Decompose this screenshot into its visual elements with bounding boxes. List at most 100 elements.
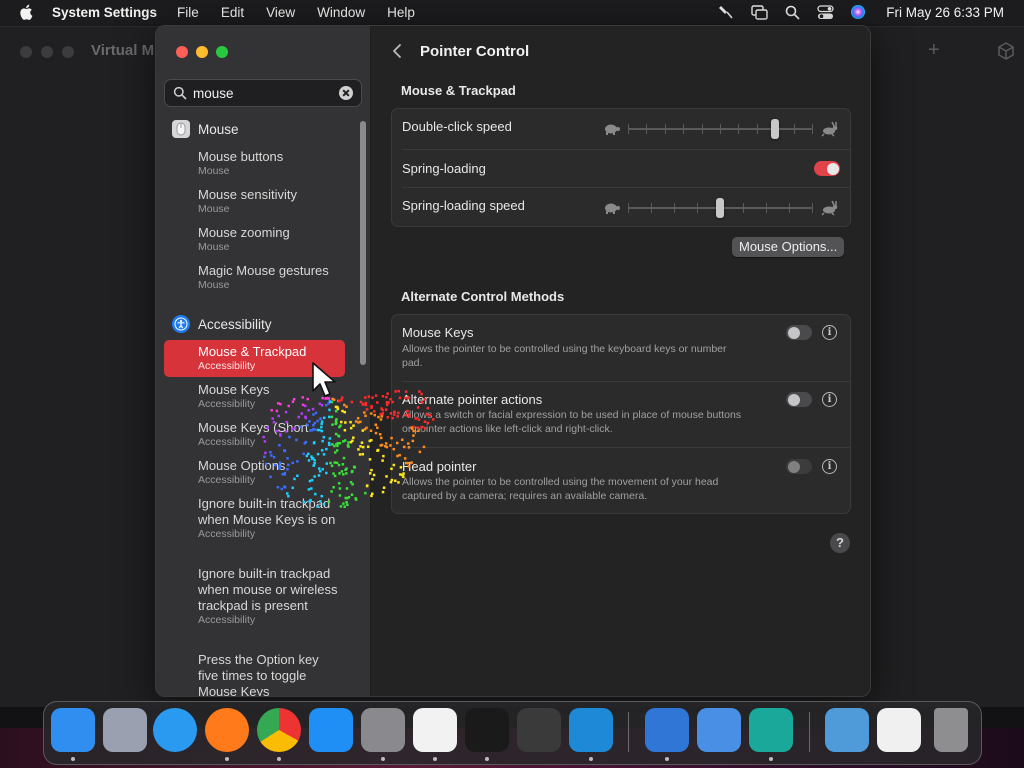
menu-view[interactable]: View bbox=[266, 5, 295, 20]
menu-edit[interactable]: Edit bbox=[221, 5, 244, 20]
cube-icon[interactable] bbox=[996, 41, 1016, 61]
slider-tick bbox=[628, 203, 629, 213]
result-ignore-trackpad-wireless[interactable]: Ignore built-in trackpad when mouse or w… bbox=[164, 562, 339, 631]
menu-help[interactable]: Help bbox=[387, 5, 415, 20]
result-mouse-keys-shortcut[interactable]: Mouse Keys (Short Accessibility bbox=[164, 416, 345, 453]
control-center-icon[interactable] bbox=[816, 3, 834, 21]
garageband-icon[interactable] bbox=[517, 708, 561, 752]
spring-loading-speed-slider[interactable] bbox=[602, 198, 840, 218]
row-description: Allows the pointer to be controlled usin… bbox=[402, 476, 719, 502]
search-results: Mouse Mouse buttons Mouse Mouse sensitiv… bbox=[156, 118, 360, 696]
app-store-icon[interactable] bbox=[309, 708, 353, 752]
menu-file[interactable]: File bbox=[177, 5, 199, 20]
slider-tick bbox=[674, 203, 675, 213]
running-indicator bbox=[665, 757, 669, 761]
head-pointer-info-icon[interactable]: i bbox=[822, 459, 837, 474]
downloads-folder-icon[interactable] bbox=[825, 708, 869, 752]
result-title: Ignore built-in trackpad when mouse or w… bbox=[198, 566, 338, 613]
running-indicator bbox=[225, 757, 229, 761]
result-subtitle: Accessibility bbox=[198, 528, 256, 540]
screen-mirroring-icon[interactable] bbox=[750, 3, 768, 21]
category-mouse[interactable]: Mouse bbox=[172, 120, 239, 138]
result-mouse-zooming[interactable]: Mouse zooming Mouse bbox=[164, 221, 345, 258]
menu-window[interactable]: Window bbox=[317, 5, 365, 20]
screen-sharing-icon[interactable] bbox=[749, 708, 793, 752]
menu-app-name[interactable]: System Settings bbox=[52, 5, 157, 20]
spring-loading-speed-row: Spring-loading speed bbox=[392, 187, 850, 226]
spring-loading-toggle[interactable] bbox=[814, 161, 840, 176]
chrome-icon[interactable] bbox=[257, 708, 301, 752]
running-indicator bbox=[769, 757, 773, 761]
dock bbox=[43, 701, 982, 765]
slider-knob[interactable] bbox=[771, 119, 780, 139]
double-click-speed-row: Double-click speed bbox=[392, 109, 850, 149]
clear-search-icon[interactable] bbox=[339, 86, 353, 100]
close-window-button[interactable] bbox=[176, 46, 188, 58]
spotlight-search-icon[interactable] bbox=[783, 3, 801, 21]
result-mouse-sensitivity[interactable]: Mouse sensitivity Mouse bbox=[164, 183, 345, 220]
pen-tool-status-icon[interactable] bbox=[717, 3, 735, 21]
back-chevron-icon[interactable] bbox=[391, 43, 403, 59]
firefox-icon[interactable] bbox=[205, 708, 249, 752]
siri-icon[interactable] bbox=[849, 3, 867, 21]
zoom-window-button[interactable] bbox=[216, 46, 228, 58]
slider-tick bbox=[812, 124, 813, 134]
slider-tick bbox=[701, 124, 703, 134]
result-title: Mouse & Trackpad bbox=[198, 344, 307, 359]
category-accessibility[interactable]: Accessibility bbox=[172, 315, 272, 333]
alternate-pointer-actions-info-icon[interactable]: i bbox=[822, 392, 837, 407]
safari-icon[interactable] bbox=[153, 708, 197, 752]
mouse-keys-row: Mouse Keys Allows the pointer to be cont… bbox=[392, 315, 850, 381]
minimize-window-button[interactable] bbox=[196, 46, 208, 58]
running-indicator bbox=[485, 757, 489, 761]
sidebar-scrollbar[interactable] bbox=[360, 121, 366, 365]
finder-icon[interactable] bbox=[51, 708, 95, 752]
slider-tick bbox=[743, 203, 744, 213]
result-subtitle: Accessibility bbox=[198, 614, 256, 626]
result-mouse-options[interactable]: Mouse Options Accessibility bbox=[164, 454, 345, 491]
result-subtitle: Accessibility bbox=[198, 474, 256, 486]
category-label: Accessibility bbox=[198, 316, 272, 332]
double-click-speed-slider[interactable] bbox=[602, 119, 840, 139]
result-title: Mouse Options bbox=[198, 458, 286, 473]
hare-fast-icon bbox=[821, 121, 838, 137]
system-settings-icon[interactable] bbox=[361, 708, 405, 752]
result-subtitle: Accessibility bbox=[198, 436, 256, 448]
textedit-icon[interactable] bbox=[413, 708, 457, 752]
mouse-options-button[interactable]: Mouse Options... bbox=[732, 237, 845, 257]
apple-menu-icon[interactable] bbox=[18, 3, 36, 21]
add-icon[interactable]: + bbox=[928, 39, 940, 62]
row-label: Alternate pointer actions bbox=[402, 392, 543, 407]
background-window-controls[interactable] bbox=[20, 46, 74, 58]
result-mouse-buttons[interactable]: Mouse buttons Mouse bbox=[164, 145, 345, 182]
help-button[interactable]: ? bbox=[830, 533, 850, 553]
mouse-keys-info-icon[interactable]: i bbox=[822, 325, 837, 340]
result-magic-mouse-gestures[interactable]: Magic Mouse gestures Mouse bbox=[164, 259, 345, 296]
terminal-icon[interactable] bbox=[465, 708, 509, 752]
turtle-slow-icon bbox=[605, 124, 620, 135]
alternate-pointer-actions-toggle[interactable] bbox=[786, 392, 812, 407]
running-indicator bbox=[71, 757, 75, 761]
trash-icon[interactable] bbox=[934, 708, 968, 752]
background-window-title: Virtual M bbox=[91, 42, 155, 59]
content-pane: Pointer Control Mouse & Trackpad Double-… bbox=[371, 26, 870, 696]
vscode-icon[interactable] bbox=[569, 708, 613, 752]
screenshot-thumbnail-icon[interactable] bbox=[877, 708, 921, 752]
result-subtitle: Mouse bbox=[198, 203, 230, 215]
result-ignore-trackpad-mouse-keys[interactable]: Ignore built-in trackpad when Mouse Keys… bbox=[164, 492, 339, 545]
slider-tick bbox=[756, 124, 758, 134]
running-indicator bbox=[277, 757, 281, 761]
slider-tick bbox=[738, 124, 740, 134]
search-input[interactable]: mouse bbox=[193, 86, 339, 101]
remote-desktop-icon[interactable] bbox=[645, 708, 689, 752]
menubar-clock[interactable]: Fri May 26 6:33 PM bbox=[886, 5, 1004, 20]
slider-knob[interactable] bbox=[716, 198, 724, 218]
launchpad-icon[interactable] bbox=[103, 708, 147, 752]
weather-icon[interactable] bbox=[697, 708, 741, 752]
mouse-keys-toggle[interactable] bbox=[786, 325, 812, 340]
slider-tick bbox=[720, 124, 721, 134]
slider-tick bbox=[812, 203, 813, 213]
head-pointer-toggle[interactable] bbox=[786, 459, 812, 474]
search-field[interactable]: mouse bbox=[164, 79, 362, 107]
result-option-key-toggle[interactable]: Press the Option key five times to toggl… bbox=[164, 648, 339, 696]
